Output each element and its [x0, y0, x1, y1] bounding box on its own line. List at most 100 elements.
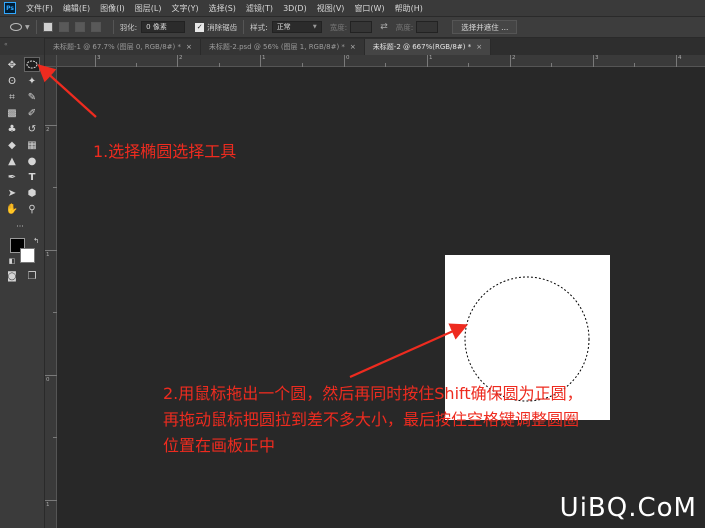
hand-tool-icon[interactable]: ✋: [4, 202, 20, 217]
gradient-tool-icon[interactable]: ▦: [24, 138, 40, 153]
select-and-mask-button[interactable]: 选择并遮住 ...: [452, 20, 518, 34]
menu-3d[interactable]: 3D(D): [278, 4, 312, 13]
menu-filter[interactable]: 滤镜(T): [241, 3, 278, 14]
style-value: 正常: [276, 23, 291, 31]
menu-file[interactable]: 文件(F): [21, 3, 58, 14]
menu-help[interactable]: 帮助(H): [390, 3, 428, 14]
healing-brush-tool-icon[interactable]: ▩: [4, 106, 20, 121]
height-input[interactable]: [416, 21, 439, 33]
ruler-tick: [95, 55, 96, 67]
path-selection-tool-icon[interactable]: ➤: [4, 186, 20, 201]
ruler-label: 0: [46, 377, 50, 383]
elliptical-marquee-preset-icon[interactable]: [10, 23, 22, 31]
vertical-ruler[interactable]: 2 1 0 1: [45, 67, 57, 528]
divider: [112, 20, 114, 34]
ruler-label: 1: [46, 252, 50, 258]
menu-image[interactable]: 图像(I): [95, 3, 130, 14]
annotation-step-2-line-2: 再拖动鼠标把圆拉到差不多大小，最后按住空格键调整圆圈: [163, 410, 580, 429]
height-label: 高度:: [395, 22, 414, 32]
ruler-tick: [676, 55, 677, 67]
intersect-selection-icon[interactable]: [90, 22, 101, 32]
default-colors-icon[interactable]: ◧: [4, 253, 20, 268]
type-tool-icon[interactable]: T: [24, 170, 40, 185]
divider: [243, 20, 245, 34]
watermark: UiBQ.CoM: [559, 493, 697, 523]
ruler-label: 1: [46, 502, 50, 508]
more-tools-icon[interactable]: ···: [12, 219, 28, 234]
width-input[interactable]: [350, 21, 373, 33]
ruler-tick: [344, 55, 345, 67]
screen-mode-icon[interactable]: ❐: [24, 269, 40, 284]
ruler-origin[interactable]: [45, 55, 57, 67]
chevron-down-icon[interactable]: ▼: [25, 24, 30, 31]
elliptical-marquee-tool-icon[interactable]: [24, 57, 40, 72]
tab-document-2[interactable]: 未标题-2.psd @ 56% (图层 1, RGB/8#) * ×: [200, 39, 365, 55]
swap-arrows-icon[interactable]: ⇄: [380, 22, 388, 32]
lasso-tool-icon[interactable]: ʘ: [4, 74, 20, 89]
divider: [35, 20, 37, 34]
style-label: 样式:: [250, 22, 268, 32]
antialias-label: 消除锯齿: [207, 22, 238, 32]
menu-view[interactable]: 视图(V): [312, 3, 350, 14]
blur-tool-icon[interactable]: ▲: [4, 154, 20, 169]
magic-wand-tool-icon[interactable]: ✦: [24, 74, 40, 89]
history-brush-tool-icon[interactable]: ↺: [24, 122, 40, 137]
ruler-label: 1: [429, 55, 433, 61]
brush-tool-icon[interactable]: ✐: [24, 106, 40, 121]
background-color-swatch[interactable]: [20, 248, 35, 263]
menu-window[interactable]: 窗口(W): [349, 3, 389, 14]
tab-label: 未标题-2 @ 667%(RGB/8#) *: [372, 43, 472, 51]
options-bar: ▼ 羽化: 0 像素 ✓ 消除锯齿 样式: 正常 ▼ 宽度: ⇄ 高度: 选择并…: [0, 16, 705, 38]
ruler-label: 2: [179, 55, 183, 61]
ruler-tick: [45, 500, 57, 501]
panel-grip[interactable]: «: [0, 38, 45, 55]
ruler-label: 1: [262, 55, 266, 61]
style-select[interactable]: 正常 ▼: [271, 21, 322, 33]
ruler-label: 3: [595, 55, 599, 61]
menu-layer[interactable]: 图层(L): [130, 3, 167, 14]
new-selection-icon[interactable]: [42, 22, 53, 32]
feather-input[interactable]: 0 像素: [141, 21, 186, 33]
photoshop-logo-icon: Ps: [4, 2, 16, 14]
close-icon[interactable]: ×: [186, 43, 192, 51]
close-icon[interactable]: ×: [350, 43, 356, 51]
ruler-tick: [45, 375, 57, 376]
menu-select[interactable]: 选择(S): [204, 3, 241, 14]
menu-type[interactable]: 文字(Y): [166, 3, 203, 14]
horizontal-ruler[interactable]: 3 2 1 0 1 2 3 4: [57, 55, 705, 67]
dodge-tool-icon[interactable]: ●: [24, 154, 40, 169]
close-icon[interactable]: ×: [476, 43, 482, 51]
tab-document-1[interactable]: 未标题-1 @ 67.7% (图层 0, RGB/8#) * ×: [45, 39, 201, 55]
pen-tool-icon[interactable]: ✒: [4, 170, 20, 185]
move-tool-icon[interactable]: ✥: [4, 58, 20, 73]
tab-document-3[interactable]: 未标题-2 @ 667%(RGB/8#) * ×: [364, 39, 492, 55]
ruler-tick: [593, 55, 594, 67]
quick-mask-icon[interactable]: ◙: [4, 269, 20, 284]
subtract-from-selection-icon[interactable]: [74, 22, 85, 32]
add-to-selection-icon[interactable]: [58, 22, 69, 32]
menu-edit[interactable]: 编辑(E): [58, 3, 95, 14]
width-label: 宽度:: [329, 22, 348, 32]
ruler-tick: [45, 250, 57, 251]
annotation-step-1: 1.选择椭圆选择工具: [93, 142, 237, 161]
clone-stamp-tool-icon[interactable]: ♣: [4, 122, 20, 137]
shape-tool-icon[interactable]: ⬢: [24, 186, 40, 201]
ruler-tick: [177, 55, 178, 67]
ruler-label: 0: [346, 55, 350, 61]
menu-bar: Ps 文件(F) 编辑(E) 图像(I) 图层(L) 文字(Y) 选择(S) 滤…: [0, 0, 705, 16]
crop-tool-icon[interactable]: ⌗: [4, 90, 20, 105]
ruler-label: 3: [97, 55, 101, 61]
ellipse-icon: [26, 60, 38, 69]
ruler-tick: [45, 125, 57, 126]
antialias-checkbox[interactable]: ✓: [195, 22, 205, 32]
eyedropper-tool-icon[interactable]: ✎: [24, 90, 40, 105]
swap-colors-icon[interactable]: ↰: [28, 233, 44, 248]
ruler-label: 2: [512, 55, 516, 61]
ruler-label: 2: [46, 127, 50, 133]
ruler-tick: [427, 55, 428, 67]
zoom-tool-icon[interactable]: ⚲: [24, 202, 40, 217]
document-tab-bar: 未标题-1 @ 67.7% (图层 0, RGB/8#) * × 未标题-2.p…: [45, 38, 705, 55]
feather-label: 羽化:: [119, 22, 138, 32]
eraser-tool-icon[interactable]: ◆: [4, 138, 20, 153]
chevron-down-icon: ▼: [312, 24, 317, 30]
